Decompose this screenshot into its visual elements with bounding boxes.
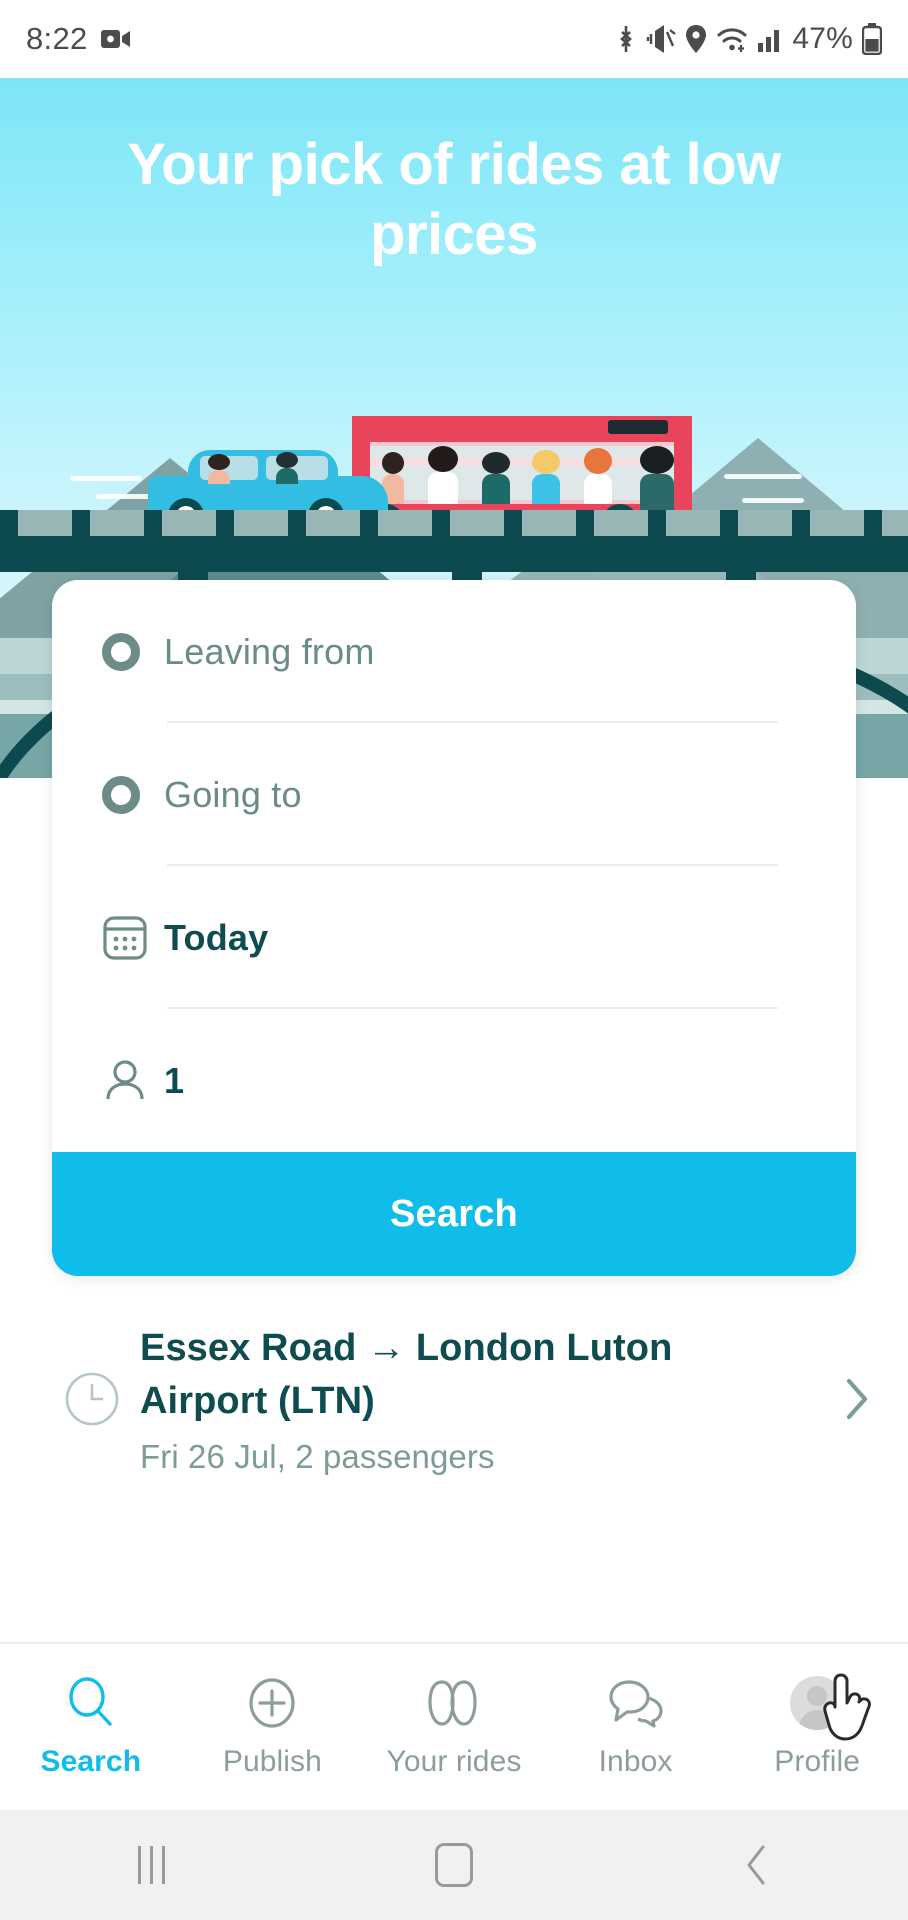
recent-search-text: Essex Road → London Luton Airport (LTN) … — [140, 1322, 804, 1476]
date-value: Today — [164, 916, 269, 958]
nav-label-publish: Publish — [222, 1745, 322, 1778]
bus-passenger — [584, 448, 612, 504]
home-icon[interactable] — [303, 1843, 606, 1887]
going-to-field[interactable]: Going to — [52, 723, 856, 866]
back-icon[interactable] — [605, 1843, 908, 1887]
plus-circle-icon — [246, 1675, 298, 1731]
bottom-navigation-bar: Search Publish Your rides Inbox Profile — [0, 1642, 908, 1810]
speed-line — [742, 498, 804, 503]
hero-title: Your pick of rides at low prices — [127, 132, 781, 267]
leaving-from-field[interactable]: Leaving from — [52, 580, 856, 723]
person-icon — [102, 1057, 164, 1105]
leaving-from-placeholder: Leaving from — [164, 630, 375, 672]
bus-passenger — [428, 446, 458, 504]
search-button[interactable]: Search — [52, 1152, 856, 1276]
nav-label-your-rides: Your rides — [386, 1745, 522, 1778]
android-navigation-bar — [0, 1810, 908, 1920]
search-card: Leaving from Going to Today 1 Search — [52, 580, 856, 1276]
nav-item-profile[interactable]: Profile — [726, 1673, 908, 1779]
touch-pointer-cursor — [819, 1673, 875, 1743]
status-bar-clock: 8:22 — [26, 21, 88, 56]
your-rides-icon — [424, 1675, 484, 1731]
app-screen: 8:22 47% Your pick of rides at low price… — [0, 0, 908, 1920]
cellular-signal-icon — [757, 25, 783, 53]
clock-icon — [44, 1371, 140, 1427]
nav-label-inbox: Inbox — [598, 1745, 673, 1778]
speed-line — [96, 494, 152, 499]
date-field[interactable]: Today — [52, 866, 856, 1009]
nav-item-your-rides[interactable]: Your rides — [363, 1675, 545, 1779]
nav-label-search: Search — [40, 1745, 142, 1778]
chevron-right-icon[interactable] — [804, 1373, 874, 1425]
status-bar: 8:22 47% — [0, 0, 908, 78]
status-bar-right: 47% — [615, 22, 883, 56]
recent-search-subtitle: Fri 26 Jul, 2 passengers — [140, 1438, 495, 1475]
circle-outline-icon — [102, 632, 164, 671]
circle-outline-icon — [102, 775, 164, 814]
bus-passenger — [482, 452, 510, 504]
battery-percent-label: 47% — [792, 22, 853, 55]
recent-search-item[interactable]: Essex Road → London Luton Airport (LTN) … — [0, 1322, 908, 1476]
status-bar-left: 8:22 — [26, 21, 131, 57]
nav-item-search[interactable]: Search — [0, 1675, 182, 1779]
going-to-placeholder: Going to — [164, 773, 302, 815]
location-icon — [685, 24, 707, 54]
chat-bubble-icon — [607, 1675, 665, 1731]
speed-line — [70, 476, 142, 481]
vibrate-icon — [646, 25, 677, 53]
bluetooth-icon — [615, 24, 637, 54]
passengers-field[interactable]: 1 — [52, 1009, 856, 1152]
recents-icon[interactable] — [0, 1846, 303, 1884]
bridge-deck — [0, 536, 908, 572]
passengers-value: 1 — [164, 1059, 185, 1101]
speed-line — [724, 474, 802, 479]
bus-driver — [640, 446, 674, 518]
search-icon — [65, 1675, 117, 1731]
bus-vent — [608, 420, 668, 434]
nav-item-publish[interactable]: Publish — [182, 1675, 364, 1779]
car-driver — [276, 452, 298, 484]
bus-window — [360, 446, 684, 500]
battery-icon — [861, 23, 883, 56]
nav-label-profile: Profile — [774, 1745, 861, 1778]
video-camera-icon — [100, 27, 131, 51]
nav-item-inbox[interactable]: Inbox — [545, 1675, 727, 1779]
bus-passenger — [532, 450, 560, 504]
bridge-railing — [0, 510, 908, 536]
calendar-icon — [102, 914, 164, 962]
car-passenger — [208, 454, 230, 484]
recent-search-title: Essex Road → London Luton Airport (LTN) — [140, 1327, 673, 1422]
wifi-icon — [716, 25, 748, 53]
